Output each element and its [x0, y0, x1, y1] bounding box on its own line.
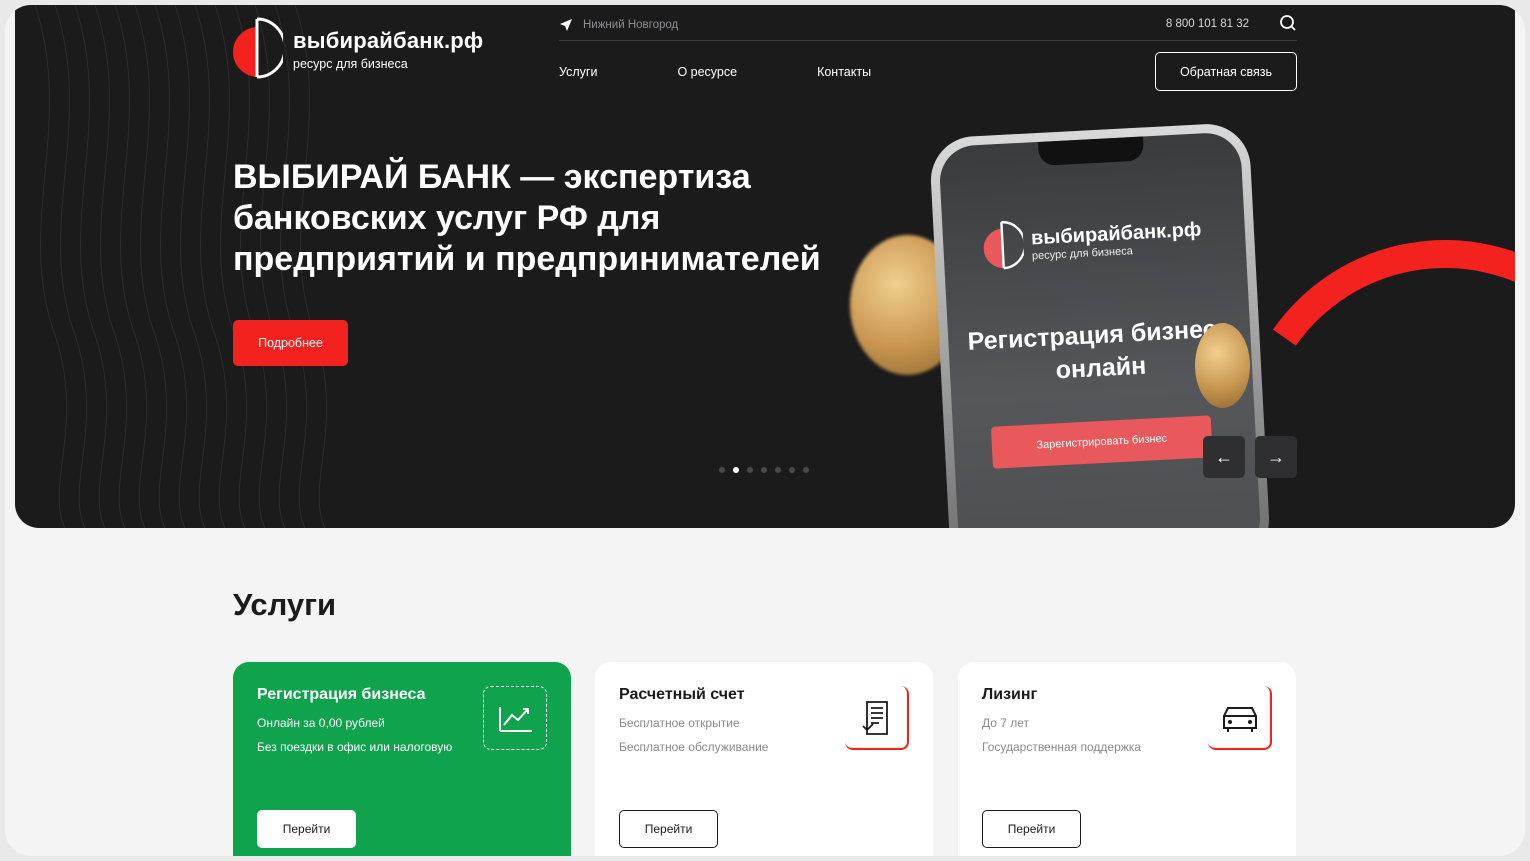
document-icon: [845, 686, 909, 750]
coin-image: [1195, 323, 1250, 408]
page-frame: выбирайбанк.рф ресурс для бизнеса Нижний…: [5, 5, 1525, 856]
phone-number[interactable]: 8 800 101 81 32: [1166, 18, 1249, 30]
next-slide-button[interactable]: →: [1255, 436, 1297, 478]
service-card-account[interactable]: Расчетный счет Бесплатное открытие Беспл…: [595, 662, 933, 856]
chart-icon: [483, 686, 547, 750]
go-button[interactable]: Перейти: [982, 810, 1081, 848]
arrow-right-icon: →: [1267, 446, 1285, 467]
arrow-left-icon: ←: [1215, 446, 1233, 467]
slider-dot-active[interactable]: [733, 467, 739, 473]
slider-dots: [719, 467, 809, 473]
logo-icon: [983, 220, 1025, 270]
city-name: Нижний Новгород: [583, 19, 679, 31]
site-logo[interactable]: выбирайбанк.рф ресурс для бизнеса: [233, 15, 483, 83]
logo-name: выбирайбанк.рф: [293, 27, 484, 53]
main-nav: Услуги О ресурсе Контакты: [559, 65, 871, 79]
phone-register-button: Зарегистрировать бизнес: [990, 415, 1213, 469]
car-icon: [1208, 686, 1272, 750]
nav-item-about[interactable]: О ресурсе: [677, 65, 737, 79]
nav-item-contacts[interactable]: Контакты: [817, 65, 871, 79]
city-selector[interactable]: Нижний Новгород: [559, 18, 678, 32]
slider-dot[interactable]: [775, 467, 781, 473]
logo-tagline: ресурс для бизнеса: [293, 56, 408, 71]
go-button[interactable]: Перейти: [619, 810, 718, 848]
top-bar: Нижний Новгород 8 800 101 81 32: [559, 11, 1297, 41]
prev-slide-button[interactable]: ←: [1203, 436, 1245, 478]
hero-section: выбирайбанк.рф ресурс для бизнеса Нижний…: [15, 5, 1515, 528]
service-card-leasing[interactable]: Лизинг До 7 лет Государственная поддержк…: [958, 662, 1296, 856]
feedback-button[interactable]: Обратная связь: [1155, 52, 1297, 91]
go-button[interactable]: Перейти: [257, 810, 356, 848]
hero-title: ВЫБИРАЙ БАНК — экспертиза банковских усл…: [233, 158, 821, 278]
slider-dot[interactable]: [719, 467, 725, 473]
logo-icon: [233, 15, 287, 83]
slider-dot[interactable]: [789, 467, 795, 473]
location-arrow-icon: [560, 19, 572, 31]
slider-dot[interactable]: [803, 467, 809, 473]
nav-item-services[interactable]: Услуги: [559, 65, 597, 79]
services-title: Услуги: [233, 587, 337, 622]
search-icon[interactable]: [1279, 14, 1297, 32]
more-button[interactable]: Подробнее: [233, 320, 348, 366]
service-card-registration[interactable]: Регистрация бизнеса Онлайн за 0,00 рубле…: [233, 662, 571, 856]
slider-dot[interactable]: [747, 467, 753, 473]
slider-dot[interactable]: [761, 467, 767, 473]
